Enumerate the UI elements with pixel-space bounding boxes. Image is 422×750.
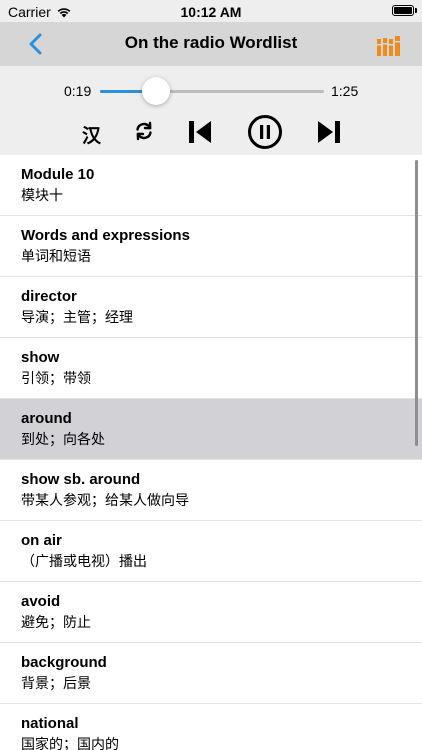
audio-player: 0:19 1:25 汉 [0,66,422,155]
word-row[interactable]: avoid 避免；防止 [0,582,422,643]
chinese-toggle-button[interactable]: 汉 [82,121,101,148]
battery-icon [392,5,414,16]
pause-icon[interactable] [247,114,283,150]
previous-icon[interactable] [187,119,213,145]
word-english: director [21,288,77,305]
word-chinese: 单词和短语 [21,248,91,264]
scrollbar[interactable] [415,160,418,446]
word-row[interactable]: Words and expressions 单词和短语 [0,216,422,277]
word-english: on air [21,532,62,549]
word-english: avoid [21,593,61,610]
back-chevron-icon[interactable] [22,30,50,58]
navigation-bar: On the radio Wordlist [0,22,422,66]
word-chinese: 带某人参观；给某人做向导 [21,492,189,508]
word-chinese: 避免；防止 [21,614,91,630]
word-list[interactable]: Module 10 模块十 Words and expressions 单词和短语 di… [0,155,422,750]
word-english: background [21,654,107,671]
total-time: 1:25 [331,83,359,99]
word-english: show [21,349,60,366]
word-row[interactable]: around 到处；向各处 [0,399,422,460]
word-row[interactable]: Module 10 模块十 [0,155,422,216]
word-chinese: 模块十 [21,187,63,203]
word-chinese: 到处；向各处 [21,431,105,447]
word-chinese: 引领；带领 [21,370,91,386]
word-english: show sb. around [21,471,141,488]
current-time: 0:19 [64,83,92,99]
word-english: national [21,715,79,732]
header-area: Carrier 10:12 AM On the radio Wordlist 0… [0,0,422,155]
word-row[interactable]: national 国家的；国内的 [0,704,422,750]
word-english: Module 10 [21,166,95,183]
progress-slider[interactable] [100,77,324,105]
word-english: Words and expressions [21,227,190,244]
word-row[interactable]: background 背景；后景 [0,643,422,704]
status-bar: Carrier 10:12 AM [0,0,422,22]
status-time: 10:12 AM [180,4,242,20]
word-row[interactable]: on air （广播或电视）播出 [0,521,422,582]
books-icon[interactable] [376,33,402,57]
battery-cap [415,8,417,13]
word-chinese: 国家的；国内的 [21,736,119,750]
repeat-icon[interactable] [134,121,154,141]
word-chinese: （广播或电视）播出 [21,553,147,569]
word-row[interactable]: show 引领；带领 [0,338,422,399]
progress-thumb[interactable] [142,77,170,105]
word-row[interactable]: show sb. around 带某人参观；给某人做向导 [0,460,422,521]
word-chinese: 导演；主管；经理 [21,309,133,325]
screen: Carrier 10:12 AM On the radio Wordlist 0… [0,0,422,750]
page-title: On the radio Wordlist [124,33,298,52]
word-chinese: 背景；后景 [21,675,91,691]
word-row[interactable]: director 导演；主管；经理 [0,277,422,338]
word-english: around [21,410,72,427]
next-icon[interactable] [316,119,342,145]
